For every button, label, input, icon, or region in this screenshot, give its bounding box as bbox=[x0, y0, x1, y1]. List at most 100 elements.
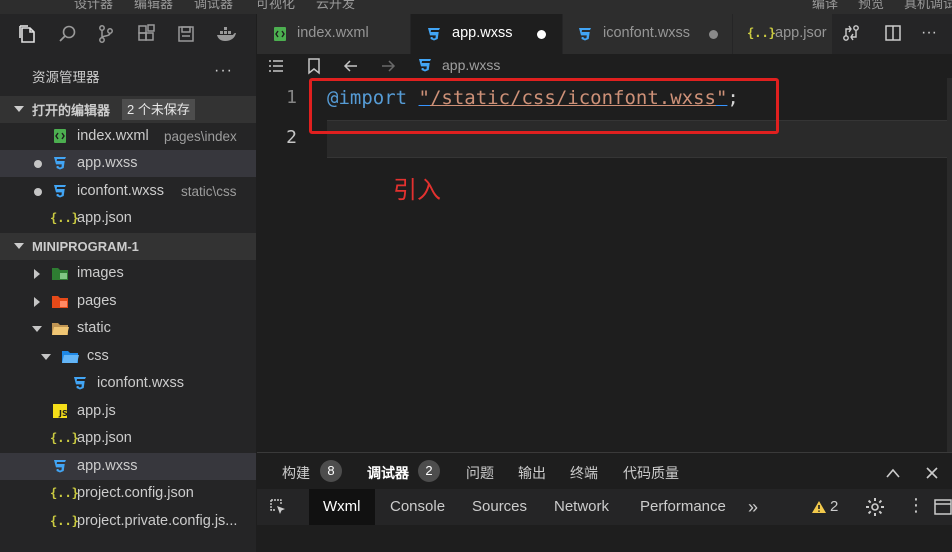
tab-iconfont-wxss[interactable]: iconfont.wxss bbox=[563, 14, 733, 54]
source-control-button[interactable] bbox=[86, 14, 126, 54]
open-editors-header[interactable]: 打开的编辑器 2 个未保存 bbox=[0, 96, 256, 123]
storage-button[interactable] bbox=[166, 14, 206, 54]
tab-app-wxss[interactable]: app.wxss bbox=[411, 14, 563, 54]
open-editor-item[interactable]: app.wxss bbox=[0, 150, 256, 177]
json-icon: {..} bbox=[50, 211, 79, 225]
menu-item[interactable]: 编辑器 bbox=[134, 0, 173, 12]
unsaved-dot-icon bbox=[34, 188, 42, 196]
tab-index-wxml[interactable]: index.wxml bbox=[257, 14, 411, 54]
wxml-icon bbox=[54, 129, 66, 143]
menu-item[interactable]: 真机调试 bbox=[904, 0, 952, 12]
chevron-down-icon bbox=[32, 326, 42, 332]
search-button[interactable] bbox=[48, 14, 88, 54]
tab-app-json[interactable]: {..} app.jsor bbox=[733, 14, 833, 54]
devtools-tab-network[interactable]: Network bbox=[554, 489, 609, 525]
more-actions-icon[interactable]: ··· bbox=[921, 24, 937, 42]
menu-item[interactable]: 设计器 bbox=[74, 0, 113, 12]
menu-item[interactable]: 编译 bbox=[812, 0, 838, 12]
folder-name: static bbox=[77, 320, 111, 336]
open-changes-button[interactable] bbox=[841, 23, 861, 46]
bookmark-icon[interactable] bbox=[307, 57, 321, 75]
json-icon: {..} bbox=[50, 486, 79, 500]
search-icon bbox=[59, 25, 76, 42]
docker-button[interactable] bbox=[206, 14, 246, 54]
open-editors-label: 打开的编辑器 bbox=[32, 103, 111, 118]
files-icon bbox=[19, 25, 35, 43]
unsaved-dot-icon[interactable] bbox=[709, 30, 718, 39]
menu-bar: 设计器 编辑器 调试器 可视化 云开发 编译 预览 真机调试 bbox=[0, 0, 952, 14]
list-icon[interactable] bbox=[267, 58, 285, 74]
menu-item[interactable]: 可视化 bbox=[256, 0, 295, 12]
warning-icon[interactable] bbox=[811, 500, 827, 514]
wxml-icon bbox=[274, 27, 286, 41]
warning-count[interactable]: 2 bbox=[830, 489, 838, 525]
more-actions-button[interactable]: ··· bbox=[214, 62, 233, 80]
tab-code-quality[interactable]: 代码质量 bbox=[623, 463, 679, 483]
chevron-right-icon bbox=[34, 269, 40, 279]
dock-icon[interactable] bbox=[933, 498, 952, 516]
more-tabs-button[interactable]: » bbox=[748, 489, 758, 525]
tree-file-app-wxss[interactable]: app.wxss bbox=[0, 453, 256, 480]
extensions-button[interactable] bbox=[126, 14, 166, 54]
chevron-right-icon bbox=[34, 297, 40, 307]
code-editor[interactable]: 1 2 @import "/static/css/iconfont.wxss";… bbox=[257, 78, 952, 452]
vertical-more-icon[interactable]: ⋮ bbox=[907, 496, 925, 514]
activity-bar bbox=[0, 14, 256, 54]
breadcrumb-file[interactable]: app.wxss bbox=[442, 57, 500, 73]
bottom-panel: 构建 8 调试器 2 问题 输出 终端 代码质量 Wxml Console So… bbox=[257, 452, 952, 552]
split-editor-button[interactable] bbox=[883, 23, 903, 46]
css-icon bbox=[54, 157, 66, 170]
tab-debugger[interactable]: 调试器 bbox=[367, 463, 409, 483]
file-name: project.private.config.js... bbox=[77, 513, 238, 529]
tab-problems[interactable]: 问题 bbox=[466, 463, 494, 483]
inspect-element-icon[interactable] bbox=[269, 498, 287, 516]
arrow-right-icon[interactable] bbox=[379, 58, 397, 74]
scrollbar[interactable] bbox=[947, 78, 952, 452]
css-folder-open-icon bbox=[62, 351, 79, 363]
folder-name: images bbox=[77, 265, 124, 281]
file-name: app.wxss bbox=[77, 155, 138, 171]
project-header[interactable]: MINIPROGRAM-1 bbox=[0, 233, 256, 260]
unsaved-dot-icon[interactable] bbox=[537, 30, 546, 39]
tab-build[interactable]: 构建 bbox=[282, 463, 310, 483]
open-editor-item[interactable]: {..} app.json bbox=[0, 205, 256, 232]
tree-folder-pages[interactable]: pages bbox=[0, 288, 256, 315]
sidebar-title: 资源管理器 bbox=[32, 70, 100, 85]
tree-file-project-config[interactable]: {..} project.config.json bbox=[0, 480, 256, 507]
file-path: static\css bbox=[181, 184, 237, 199]
menu-item[interactable]: 云开发 bbox=[316, 0, 355, 12]
chevron-up-icon[interactable] bbox=[885, 467, 901, 479]
css-icon bbox=[54, 460, 66, 473]
devtools-tab-sources[interactable]: Sources bbox=[472, 489, 527, 525]
devtools-tab-console[interactable]: Console bbox=[390, 489, 445, 525]
tab-output[interactable]: 输出 bbox=[518, 463, 546, 483]
tree-file-iconfont-wxss[interactable]: iconfont.wxss bbox=[0, 370, 256, 397]
arrow-left-icon[interactable] bbox=[342, 58, 360, 74]
tree-file-app-json[interactable]: {..} app.json bbox=[0, 425, 256, 452]
extensions-icon bbox=[138, 24, 155, 41]
static-folder-open-icon bbox=[52, 323, 69, 335]
devtools-tab-performance[interactable]: Performance bbox=[640, 489, 726, 525]
tab-terminal[interactable]: 终端 bbox=[570, 463, 598, 483]
tree-folder-css[interactable]: css bbox=[0, 343, 256, 370]
css-icon bbox=[74, 377, 86, 390]
menu-item[interactable]: 调试器 bbox=[194, 0, 233, 12]
explorer-button[interactable] bbox=[8, 14, 48, 54]
gear-icon[interactable] bbox=[865, 497, 885, 517]
split-editor-icon bbox=[885, 25, 901, 41]
open-editor-item[interactable]: index.wxml pages\index bbox=[0, 123, 256, 150]
annotation-label: 引入 bbox=[393, 177, 441, 204]
devtools-tab-wxml[interactable]: Wxml bbox=[309, 489, 375, 525]
tab-label: index.wxml bbox=[297, 25, 369, 41]
json-icon: {..} bbox=[50, 431, 79, 445]
tree-file-project-private-config[interactable]: {..} project.private.config.js... bbox=[0, 508, 256, 535]
tree-folder-images[interactable]: images bbox=[0, 260, 256, 287]
close-icon[interactable] bbox=[925, 466, 939, 480]
tree-folder-static[interactable]: static bbox=[0, 315, 256, 342]
menu-item[interactable]: 预览 bbox=[858, 0, 884, 12]
save-disk-icon bbox=[178, 26, 194, 42]
tree-file-app-js[interactable]: JS app.js bbox=[0, 398, 256, 425]
folder-name: css bbox=[87, 348, 109, 364]
open-editor-item[interactable]: iconfont.wxss static\css bbox=[0, 178, 256, 205]
unsaved-badge: 2 个未保存 bbox=[122, 99, 195, 120]
